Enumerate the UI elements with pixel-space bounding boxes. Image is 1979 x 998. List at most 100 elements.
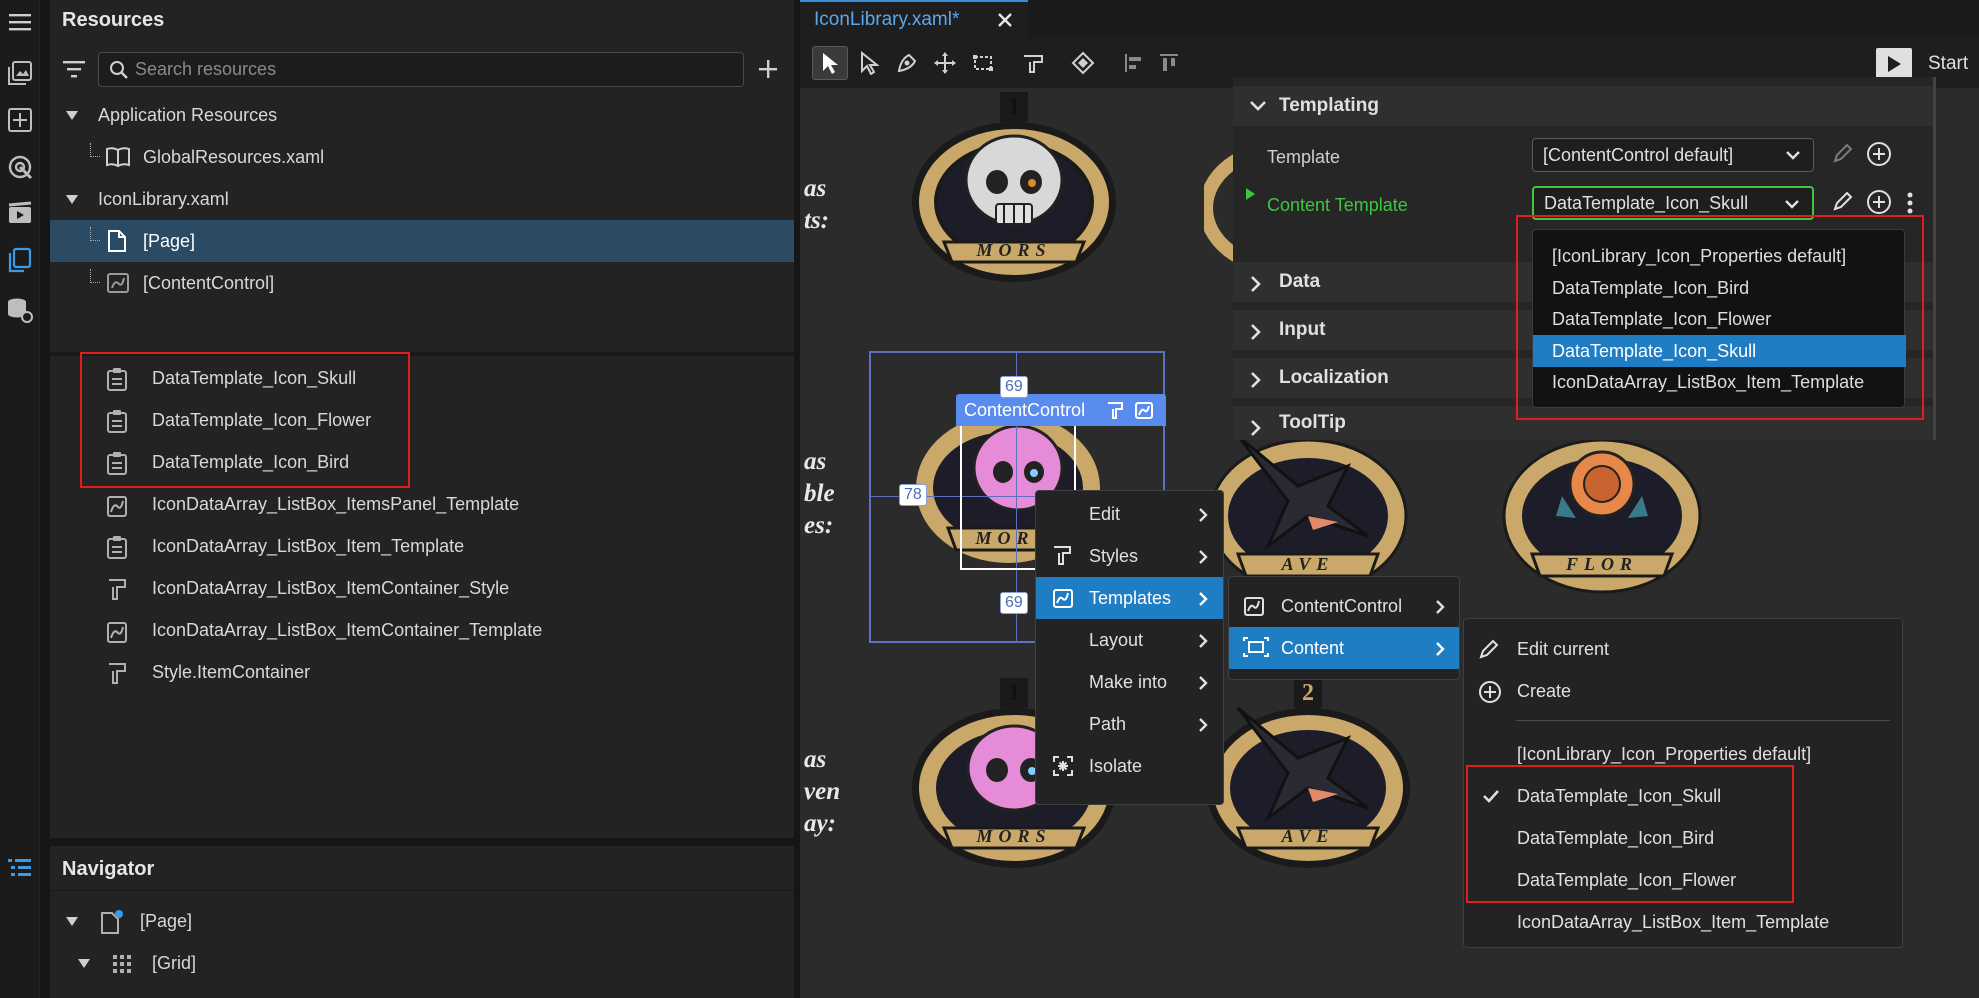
menu-separator — [1516, 720, 1890, 721]
add-resource-icon[interactable] — [757, 58, 779, 80]
menu-item-templates[interactable]: Templates — [1036, 577, 1223, 619]
align-left-icon[interactable] — [1116, 46, 1152, 80]
page-icon — [100, 910, 124, 934]
category-templating[interactable]: Templating — [1233, 86, 1933, 126]
close-tab-icon[interactable] — [996, 11, 1014, 29]
swallow-badge[interactable]: 2 AVE — [1198, 678, 1418, 888]
chevron-right-icon — [1198, 717, 1208, 733]
menu-item-edit[interactable]: Edit — [1036, 493, 1223, 535]
resources-title: Resources — [62, 9, 165, 31]
chevron-down-icon — [1784, 199, 1800, 211]
document-tab[interactable]: IconLibrary.xaml* — [800, 0, 1028, 38]
page-icon — [107, 230, 127, 252]
chevron-right-icon — [1435, 641, 1445, 657]
style-brush-tool-icon[interactable] — [1015, 46, 1051, 80]
media-icon[interactable] — [5, 198, 35, 228]
component-tool-icon[interactable] — [1065, 46, 1101, 80]
navigator-panel: Navigator [Page] [Grid] — [50, 846, 794, 998]
tree-item-application-resources[interactable]: Application Resources — [50, 95, 794, 135]
menu-icon[interactable] — [5, 7, 35, 37]
navigator-title: Navigator — [62, 858, 155, 880]
control-template-icon — [106, 493, 128, 517]
direct-select-tool-icon[interactable] — [851, 46, 887, 80]
tree-item-page[interactable]: [Page] — [50, 220, 794, 262]
search-input[interactable] — [135, 53, 735, 86]
edit-pencil-icon[interactable] — [1831, 141, 1855, 165]
nav-item-page[interactable]: [Page] — [50, 901, 794, 941]
document-tab-bar: IconLibrary.xaml* — [800, 0, 1979, 38]
edit-current-item[interactable]: Edit current — [1464, 628, 1902, 670]
content-control-adorner[interactable]: ContentControl — [956, 394, 1166, 426]
filter-icon[interactable] — [62, 59, 86, 79]
content-option[interactable]: IconDataArray_ListBox_Item_Template — [1464, 901, 1902, 943]
style-brush-icon[interactable] — [1106, 401, 1124, 419]
chevron-right-icon — [1198, 591, 1208, 607]
highlight-annotation — [1516, 215, 1924, 420]
edit-pencil-icon[interactable] — [1831, 189, 1855, 213]
submenu-item-content[interactable]: Content — [1229, 627, 1459, 669]
control-template-icon — [106, 619, 128, 643]
resource-item[interactable]: IconDataArray_ListBox_Item_Template — [50, 525, 794, 567]
highlight-annotation — [1466, 765, 1794, 903]
menu-item-make-into[interactable]: Make into — [1036, 661, 1223, 703]
add-circle-icon — [1478, 680, 1502, 704]
expand-arrow-icon[interactable] — [1246, 188, 1255, 200]
resource-item[interactable]: IconDataArray_ListBox_ItemsPanel_Templat… — [50, 483, 794, 525]
expand-toggle-icon[interactable] — [78, 958, 90, 968]
select-tool-icon[interactable] — [812, 46, 848, 80]
add-circle-icon[interactable] — [1866, 189, 1892, 215]
content-template-label: Content Template — [1267, 195, 1408, 215]
chevron-right-icon — [1198, 507, 1208, 523]
tree-item-iconlibrary[interactable]: IconLibrary.xaml — [50, 179, 794, 219]
chevron-right-icon — [1249, 275, 1263, 293]
create-item[interactable]: Create — [1464, 670, 1902, 712]
expand-toggle-icon[interactable] — [66, 110, 78, 120]
resource-item[interactable]: Style.ItemContainer — [50, 651, 794, 693]
chevron-right-icon — [1198, 633, 1208, 649]
more-options-icon[interactable] — [1907, 192, 1913, 214]
control-template-icon — [1052, 587, 1074, 609]
align-top-icon[interactable] — [1151, 46, 1187, 80]
add-circle-icon[interactable] — [1866, 141, 1892, 167]
tree-item-contentcontrol[interactable]: [ContentControl] — [50, 263, 794, 303]
nav-item-grid[interactable]: [Grid] — [50, 943, 794, 983]
expand-toggle-icon[interactable] — [66, 916, 78, 926]
pan-tool-icon[interactable] — [927, 46, 963, 80]
highlight-annotation — [80, 352, 410, 488]
expand-toggle-icon[interactable] — [66, 194, 78, 204]
flower-badge[interactable]: FLOR — [1492, 426, 1712, 636]
resource-item[interactable]: IconDataArray_ListBox_ItemContainer_Temp… — [50, 609, 794, 651]
menu-item-layout[interactable]: Layout — [1036, 619, 1223, 661]
properties-scrollbar[interactable] — [1933, 77, 1936, 440]
menu-item-path[interactable]: Path — [1036, 703, 1223, 745]
menu-item-styles[interactable]: Styles — [1036, 535, 1223, 577]
transform-tool-icon[interactable] — [965, 46, 1001, 80]
chevron-right-icon — [1249, 323, 1263, 341]
margin-left-measure: 78 — [899, 484, 927, 506]
resources-icon[interactable] — [5, 245, 35, 275]
style-brush-icon — [106, 577, 128, 601]
resource-item[interactable]: IconDataArray_ListBox_ItemContainer_Styl… — [50, 567, 794, 609]
edit-pencil-icon — [1478, 638, 1500, 660]
control-template-icon[interactable] — [1134, 400, 1154, 420]
add-box-icon[interactable] — [5, 105, 35, 135]
submenu-item-contentcontrol[interactable]: ContentControl — [1229, 585, 1459, 627]
start-label[interactable]: Start — [1928, 53, 1968, 75]
chevron-right-icon — [1435, 599, 1445, 615]
pen-tool-icon[interactable] — [889, 46, 925, 80]
template-select[interactable]: [ContentControl default] — [1532, 138, 1814, 172]
isolate-icon — [1052, 755, 1074, 777]
database-link-icon[interactable] — [5, 295, 35, 325]
search-box[interactable] — [98, 52, 744, 87]
control-template-icon — [1243, 595, 1265, 617]
navigator-icon[interactable] — [5, 853, 35, 883]
menu-item-isolate[interactable]: Isolate — [1036, 745, 1223, 787]
gallery-icon[interactable] — [5, 58, 35, 88]
margin-top-measure: 69 — [1000, 376, 1028, 398]
skull-badge[interactable]: 1 MORS — [904, 92, 1124, 302]
tree-item-globalresources[interactable]: GlobalResources.xaml — [50, 137, 794, 177]
play-button[interactable] — [1876, 48, 1912, 80]
style-brush-icon — [1052, 545, 1072, 565]
margin-bottom-measure: 69 — [1000, 592, 1028, 614]
palette-icon[interactable] — [5, 152, 35, 182]
